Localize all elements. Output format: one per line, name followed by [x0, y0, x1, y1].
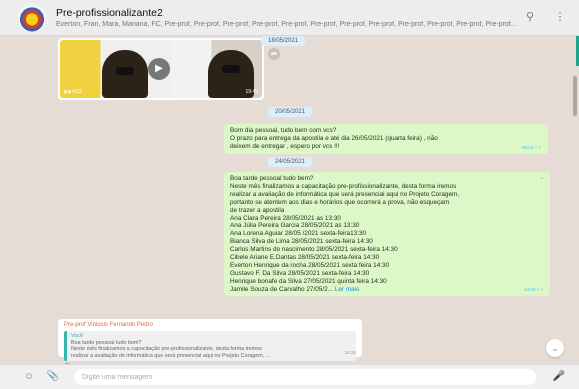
message-time: 14:04 ✓✓ [523, 287, 544, 293]
face-mask-left [116, 67, 134, 75]
microphone-icon[interactable]: 🎤 [552, 371, 566, 382]
video-message[interactable]: ▶ ▮◀ 4:53 19:45 [58, 38, 264, 100]
play-icon[interactable]: ▶ [148, 58, 170, 80]
attach-icon[interactable]: 📎 [46, 371, 60, 382]
message-time: 16:25 [344, 350, 356, 355]
message-line: Boa tarde pessoal tudo bem? [230, 175, 314, 182]
forward-icon[interactable]: ➦ [268, 48, 280, 60]
message-line: deixem de entregar , espero por vcs !!! [230, 142, 340, 150]
quote-line: Neste mês finalizamos a capacitação pre-… [71, 346, 262, 353]
menu-icon[interactable]: ⋮ [553, 10, 567, 23]
composer-bar: ☺ 📎 🎤 [0, 364, 579, 389]
video-timestamp: 19:45 [245, 89, 258, 95]
quoted-message[interactable]: Você Boa tarde pessoal tudo bem? Neste m… [64, 331, 356, 362]
message-line: de trazer a apostila [230, 206, 285, 214]
group-avatar[interactable] [18, 3, 46, 32]
outgoing-message[interactable]: Bom dia pessoal, tudo bem com vcs? O pra… [224, 124, 548, 154]
chat-header[interactable]: Pre-profissionalizante2 Everton, Fran, M… [0, 0, 579, 36]
message-last-line: Jamile Souza de Carvalho 27/05/2... [230, 285, 334, 293]
chat-scrollbar[interactable] [573, 76, 577, 116]
message-line: Jamile Souza de Carvalho 27/05/2... Ler … [230, 286, 544, 294]
message-line: portanto se atentem aos dias e horários … [230, 198, 450, 206]
message-line: Neste mês finalizamos a capacitação pre-… [230, 182, 457, 190]
incoming-message[interactable]: Pre-prof Vinicius Fernando Pedro Você Bo… [58, 319, 362, 370]
message-line: Henrique bonafe da Silva 27/05/2021 quin… [230, 277, 387, 285]
message-line: Bom dia pessoal, tudo bem com vcs? [230, 127, 337, 134]
date-chip: 20/05/2021 [268, 107, 313, 117]
message-line: Ana Júlia Pereira Garcia 28/05/2021 as 1… [230, 222, 360, 230]
chevron-down-icon[interactable]: ⌄ [539, 174, 545, 182]
video-thumbnail[interactable]: ▶ ▮◀ 4:53 19:45 [60, 40, 262, 98]
message-line: realizar a avaliação de informática que … [230, 190, 460, 198]
message-line: O prazo para entrega da apostila e até d… [230, 134, 438, 142]
quote-line: realizar a avaliação de informática que … [71, 352, 271, 359]
scroll-down-button[interactable]: ⌄ [546, 339, 564, 357]
chat-header-info[interactable]: Pre-profissionalizante2 Everton, Fran, M… [56, 7, 516, 28]
group-name: Pre-profissionalizante2 [56, 7, 163, 19]
message-line: Ana Lorena Aguiar 28/05 /2021 sexta-feir… [230, 230, 367, 238]
emoji-icon[interactable]: ☺ [22, 371, 36, 382]
message-line: Cibele Ariane E.Dantas 28/05/2021 sexta-… [230, 254, 380, 262]
message-time: 09:24 ✓✓ [521, 145, 542, 151]
message-line: Gustavo F. Da Silva 28/05/2021 sexta-fei… [230, 269, 370, 277]
message-line: Carlos Martins do nascimento 28/05/2021 … [230, 246, 398, 254]
group-members: Everton, Fran, Mara, Mariana, FC, Pre-pr… [56, 21, 516, 28]
search-icon[interactable]: ⚲ [523, 10, 537, 23]
message-input[interactable] [74, 369, 536, 385]
video-duration: ▮◀ 4:53 [64, 89, 82, 95]
read-more-link[interactable]: Ler mais [335, 286, 360, 293]
outgoing-message[interactable]: ⌄ Boa tarde pessoal tudo bem? Neste mês … [224, 172, 550, 296]
date-chip: 24/05/2021 [268, 157, 313, 167]
face-mask-right [222, 65, 240, 73]
message-line: Everton Henrique da rocha 28/05/2021 sex… [230, 261, 390, 269]
sender-name[interactable]: Pre-prof Vinicius Fernando Pedro [64, 322, 356, 328]
message-line: Ana Clara Pereira 28/05/2021 as 13:30 [230, 214, 341, 222]
message-line: Bianca Silva de Lima 28/05/2021 sexta-fe… [230, 238, 373, 246]
quote-author: Você [71, 333, 83, 339]
date-chip: 18/05/2021 [261, 36, 306, 46]
quote-line: Boa tarde pessoal tudo bem? [71, 339, 142, 346]
